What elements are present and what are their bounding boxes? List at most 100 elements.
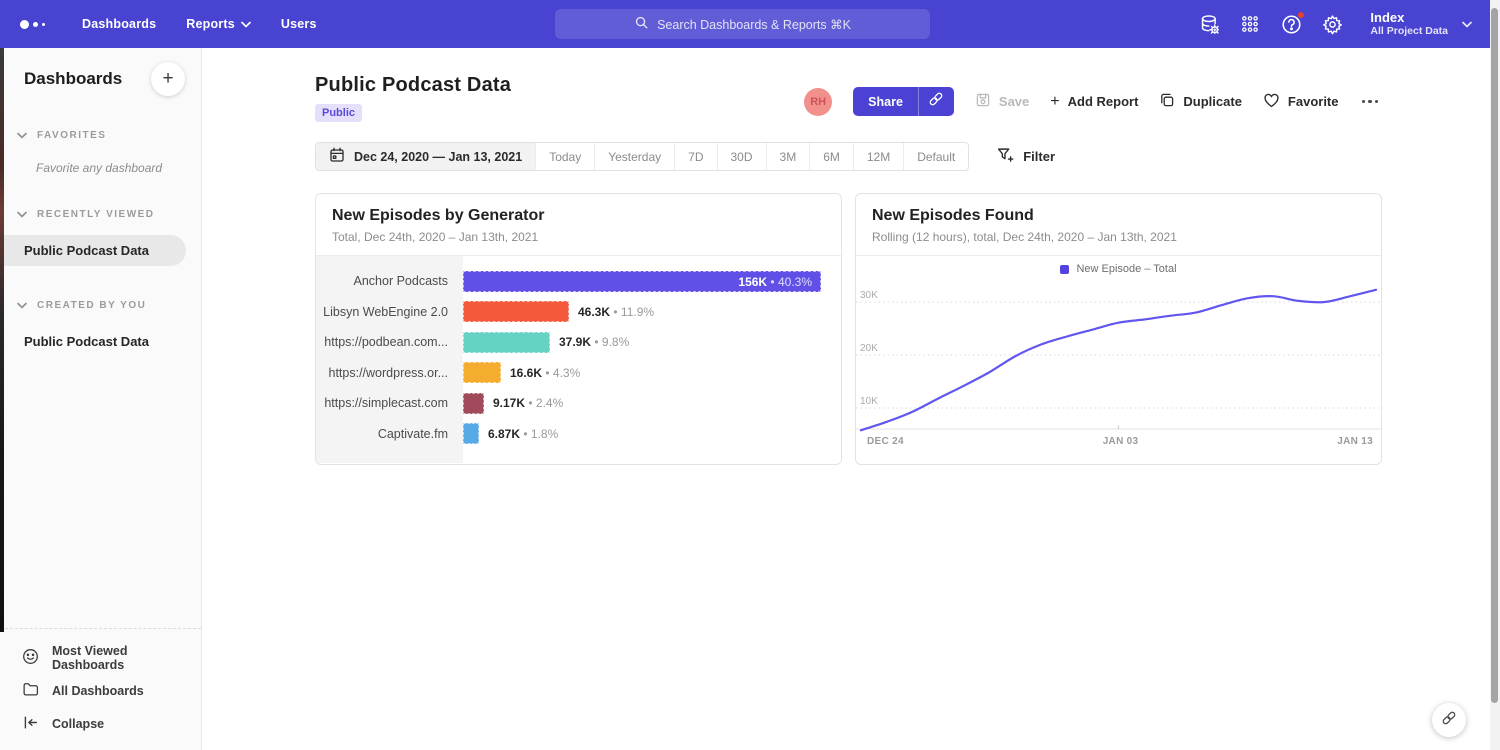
collapse-icon: [22, 714, 39, 734]
svg-text:20K: 20K: [860, 343, 878, 354]
bar-row: Captivate.fm6.87K • 1.8%: [316, 419, 841, 450]
sidebar-section-favorites: FAVORITES Favorite any dashboard: [0, 126, 201, 175]
nav-item-dashboards[interactable]: Dashboards: [82, 17, 156, 31]
bar-value-label: 156K • 40.3%: [738, 272, 812, 292]
database-gear-icon[interactable]: [1198, 13, 1220, 35]
smiley-icon: [22, 648, 39, 668]
bar[interactable]: 156K • 40.3%: [463, 271, 821, 292]
plus-icon: +: [1050, 93, 1059, 111]
sidebar-footer-most-viewed-dashboards[interactable]: Most Viewed Dashboards: [22, 641, 201, 674]
link-icon: [1441, 710, 1457, 731]
add-dashboard-button[interactable]: +: [151, 62, 185, 96]
nav-item-reports[interactable]: Reports: [186, 17, 251, 31]
sidebar-footer: Most Viewed DashboardsAll DashboardsColl…: [0, 628, 201, 750]
bar[interactable]: [463, 301, 569, 322]
svg-text:10K: 10K: [860, 396, 878, 407]
bar-category-label: Libsyn WebEngine 2.0: [316, 305, 463, 319]
sidebar-section-recently-viewed: RECENTLY VIEWED Public Podcast Data: [0, 205, 201, 266]
bar-category-label: https://podbean.com...: [316, 335, 463, 349]
section-header[interactable]: CREATED BY YOU: [0, 296, 201, 314]
bar-row: https://wordpress.or...16.6K • 4.3%: [316, 358, 841, 389]
bar[interactable]: [463, 332, 550, 353]
bar[interactable]: [463, 362, 501, 383]
chart-legend: New Episode – Total: [856, 256, 1381, 275]
account-switcher[interactable]: Index All Project Data: [1370, 10, 1472, 38]
scrollbar-thumb[interactable]: [1491, 8, 1498, 703]
apps-grid-icon[interactable]: [1239, 13, 1261, 35]
card-title: New Episodes by Generator: [332, 207, 825, 225]
save-button[interactable]: Save: [975, 92, 1029, 111]
chevron-down-icon: [1462, 15, 1472, 33]
card-new-episodes-found: New Episodes Found Rolling (12 hours), t…: [855, 193, 1382, 465]
bar-category-label: https://simplecast.com: [316, 396, 463, 410]
line-chart-plot: 10K20K30K: [856, 277, 1381, 440]
line-chart: New Episode – Total 10K20K30K DEC 24JAN …: [856, 256, 1381, 463]
chevron-down-icon: [241, 17, 251, 31]
card-title: New Episodes Found: [872, 207, 1365, 225]
nav-item-users[interactable]: Users: [281, 17, 317, 31]
bar-category-label: Anchor Podcasts: [316, 274, 463, 288]
section-header[interactable]: RECENTLY VIEWED: [0, 205, 201, 223]
nav-links: Dashboards Reports Users: [82, 17, 317, 31]
date-preset-yesterday[interactable]: Yesterday: [594, 143, 674, 170]
card-new-episodes-by-generator: New Episodes by Generator Total, Dec 24t…: [315, 193, 842, 465]
app-logo-icon[interactable]: [20, 20, 54, 29]
x-axis-tick-label: JAN 03: [1103, 436, 1139, 447]
share-button[interactable]: Share: [853, 87, 918, 116]
settings-icon[interactable]: [1321, 13, 1343, 35]
date-preset-today[interactable]: Today: [535, 143, 594, 170]
search-input[interactable]: Search Dashboards & Reports ⌘K: [555, 9, 930, 39]
link-icon: [928, 91, 944, 112]
legend-swatch: [1060, 265, 1069, 274]
x-axis-labels: DEC 24 JAN 03 JAN 13: [856, 436, 1381, 447]
bar-row: Anchor Podcasts 156K • 40.3%: [316, 266, 841, 297]
sidebar: Dashboards + FAVORITES Favorite any dashb…: [0, 48, 202, 750]
date-range-bar: Dec 24, 2020 — Jan 13, 2021 TodayYesterd…: [315, 142, 969, 171]
bar-row: https://podbean.com...37.9K • 9.8%: [316, 327, 841, 358]
add-report-button[interactable]: + Add Report: [1050, 93, 1138, 111]
avatar[interactable]: RH: [804, 88, 832, 116]
bar-category-label: https://wordpress.or...: [316, 366, 463, 380]
bar[interactable]: [463, 393, 484, 414]
section-header[interactable]: FAVORITES: [0, 126, 201, 144]
notification-badge: [1297, 11, 1305, 19]
account-subtitle: All Project Data: [1370, 25, 1448, 38]
chevron-down-icon: [17, 205, 27, 223]
date-preset-30d[interactable]: 30D: [717, 143, 766, 170]
date-preset-3m[interactable]: 3M: [766, 143, 810, 170]
filter-icon: [997, 147, 1014, 167]
navbar-right: Index All Project Data: [1198, 0, 1472, 48]
bar-chart: Anchor Podcasts 156K • 40.3% Libsyn WebEng…: [316, 256, 841, 463]
sidebar-footer-collapse[interactable]: Collapse: [22, 707, 201, 740]
folder-icon: [22, 681, 39, 701]
copy-link-floating-button[interactable]: [1432, 703, 1466, 737]
date-preset-7d[interactable]: 7D: [674, 143, 716, 170]
public-badge: Public: [315, 104, 362, 122]
sidebar-title: Dashboards: [24, 69, 122, 89]
favorite-button[interactable]: Favorite: [1263, 92, 1339, 112]
account-name: Index: [1370, 10, 1448, 25]
search-icon: [634, 15, 649, 33]
share-link-button[interactable]: [918, 87, 954, 116]
sidebar-item-public-podcast-data[interactable]: Public Podcast Data: [0, 235, 186, 266]
x-axis-tick-label: JAN 13: [1337, 436, 1373, 447]
date-range-picker[interactable]: Dec 24, 2020 — Jan 13, 2021: [316, 143, 535, 170]
x-axis-tick-label: DEC 24: [867, 436, 904, 447]
empty-state-text: Favorite any dashboard: [0, 161, 201, 175]
share-split-button: Share: [853, 87, 954, 116]
sidebar-footer-all-dashboards[interactable]: All Dashboards: [22, 674, 201, 707]
duplicate-button[interactable]: Duplicate: [1159, 92, 1242, 111]
page-scrollbar[interactable]: [1490, 0, 1500, 750]
help-icon[interactable]: [1280, 13, 1302, 35]
date-preset-6m[interactable]: 6M: [809, 143, 853, 170]
date-preset-default[interactable]: Default: [903, 143, 968, 170]
dashboard-actions: RH Share Save + Add Report Duplicate Fav…: [804, 87, 1380, 116]
page-title: Public Podcast Data: [315, 74, 511, 97]
card-subtitle: Total, Dec 24th, 2020 – Jan 13th, 2021: [332, 230, 825, 244]
bar-row: Libsyn WebEngine 2.046.3K • 11.9%: [316, 297, 841, 328]
bar[interactable]: [463, 423, 479, 444]
more-options-button[interactable]: [1360, 96, 1381, 108]
sidebar-item-public-podcast-data[interactable]: Public Podcast Data: [0, 326, 186, 357]
date-preset-12m[interactable]: 12M: [853, 143, 903, 170]
filter-button[interactable]: Filter: [997, 147, 1055, 167]
